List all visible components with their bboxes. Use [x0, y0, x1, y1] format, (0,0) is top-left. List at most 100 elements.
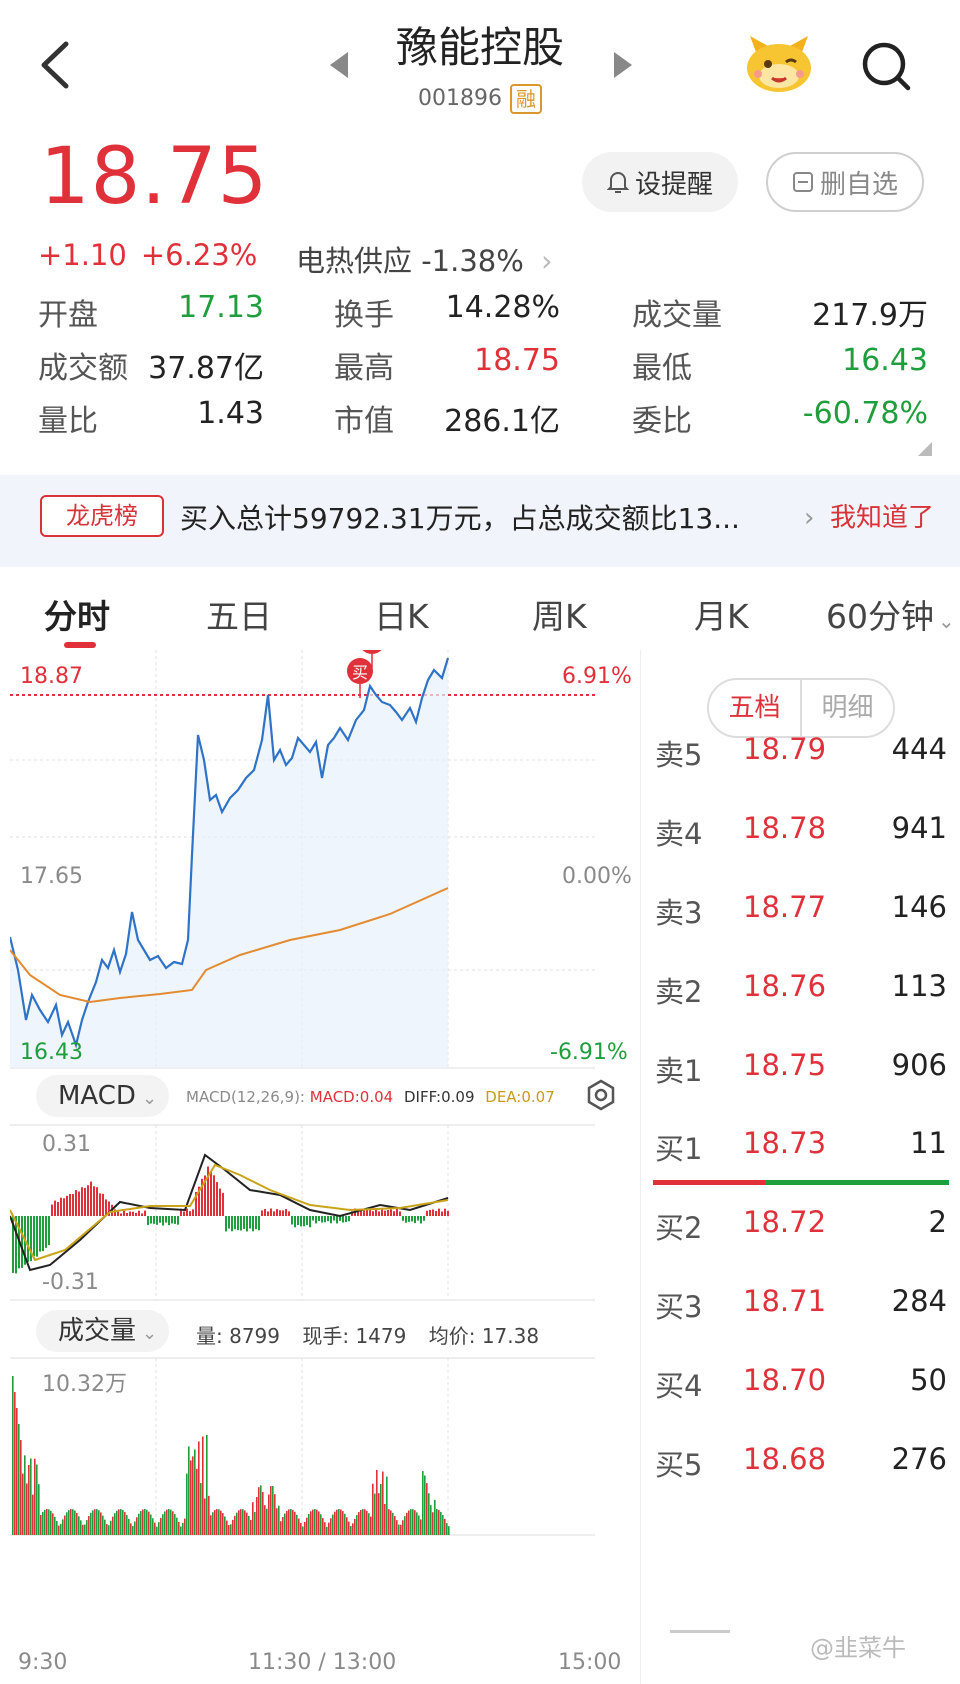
next-stock-icon[interactable] — [612, 50, 634, 80]
volume-bar — [316, 1509, 318, 1535]
volume-bar — [48, 1509, 50, 1535]
price-change-pct: +6.23% — [140, 238, 258, 272]
volume-bar — [330, 1518, 332, 1535]
volume-bar — [120, 1509, 122, 1535]
volume-bar — [298, 1518, 300, 1535]
volume-bar — [168, 1509, 170, 1535]
volume-bar — [356, 1515, 358, 1535]
volume-bar — [140, 1511, 142, 1535]
sector-text: 电热供应 -1.38% — [296, 244, 524, 278]
ask-level-row[interactable]: 卖3 18.77 146 — [641, 890, 960, 930]
dragon-tiger-tag: 龙虎榜 — [40, 495, 164, 537]
macd-bar — [381, 1208, 383, 1216]
bid-level-row[interactable]: 买3 18.71 284 — [641, 1284, 960, 1324]
stat-label: 成交额 — [38, 351, 128, 386]
volume-bar — [358, 1512, 360, 1535]
banner-text: 买入总计59792.31万元，占总成交额比13... — [180, 502, 740, 535]
chevron-down-icon: ⌄ — [141, 1088, 158, 1109]
dragon-tiger-banner[interactable]: 龙虎榜 买入总计59792.31万元，占总成交额比13... › 我知道了 — [0, 475, 960, 567]
bid-level-row[interactable]: 买5 18.68 276 — [641, 1442, 960, 1482]
tab-five-day[interactable]: 五日 — [206, 590, 272, 638]
mascot-icon[interactable] — [744, 32, 814, 94]
tab-weekly-k[interactable]: 周K — [532, 590, 587, 638]
volume-bar — [70, 1509, 72, 1535]
macd-bar — [366, 1210, 368, 1216]
tab-five-levels[interactable]: 五档 — [709, 680, 802, 736]
macd-bar — [237, 1216, 239, 1231]
change-row: +1.10 +6.23% — [38, 238, 271, 272]
remove-watchlist-button[interactable]: 删自选 — [766, 152, 924, 212]
volume-bar — [284, 1513, 286, 1535]
bid-level-row[interactable]: 买4 18.70 50 — [641, 1363, 960, 1403]
remove-watchlist-label: 删自选 — [819, 169, 898, 200]
macd-bar — [438, 1208, 440, 1216]
level-volume: 2 — [928, 1205, 947, 1239]
volume-selector[interactable]: 成交量 ⌄ — [36, 1310, 170, 1352]
banner-dismiss-button[interactable]: 我知道了 — [830, 497, 934, 534]
macd-bar — [342, 1216, 344, 1223]
volume-bar — [236, 1512, 238, 1535]
volume-bar — [202, 1436, 204, 1535]
macd-bar — [441, 1211, 443, 1216]
settings-icon[interactable] — [584, 1078, 618, 1112]
stats-row: 开盘 17.13 换手 14.28% 成交量 217.9万 — [38, 290, 928, 343]
macd-bar — [411, 1216, 413, 1222]
ask-level-row[interactable]: 卖4 18.78 941 — [641, 811, 960, 851]
ask-level-row[interactable]: 卖2 18.76 113 — [641, 969, 960, 1009]
volume-bar — [56, 1521, 58, 1535]
set-alert-button[interactable]: 设提醒 — [582, 152, 738, 212]
chevron-right-icon: › — [804, 503, 815, 533]
dea-value: DEA:0.07 — [485, 1088, 555, 1106]
bid-level-row[interactable]: 买2 18.72 2 — [641, 1205, 960, 1245]
volume-bar — [344, 1513, 346, 1535]
volume-bar — [288, 1509, 290, 1535]
volume-bar — [84, 1524, 86, 1535]
intraday-chart[interactable]: 买买 18.87 17.65 16.43 6.91% 0.00% -6.91% … — [10, 650, 640, 1684]
volume-bar — [310, 1511, 312, 1535]
macd-selector[interactable]: MACD ⌄ — [36, 1075, 170, 1117]
volume-avg-price: 均价: 17.38 — [428, 1324, 540, 1348]
tab-trade-detail[interactable]: 明细 — [802, 680, 893, 736]
tab-daily-k[interactable]: 日K — [374, 590, 429, 638]
macd-bar — [243, 1216, 245, 1229]
level-label: 买3 — [655, 1290, 703, 1324]
volume-bar — [188, 1446, 190, 1535]
macd-bar — [147, 1216, 149, 1226]
macd-bar — [312, 1216, 314, 1221]
stat-value: 16.43 — [842, 343, 928, 378]
volume-bar — [92, 1510, 94, 1535]
search-icon[interactable] — [860, 40, 912, 92]
macd-bar — [99, 1193, 101, 1216]
volume-amount: 量: 8799 — [196, 1324, 280, 1348]
volume-bar — [430, 1505, 432, 1535]
stat-label: 市值 — [334, 404, 394, 439]
sector-link[interactable]: 电热供应 -1.38% › — [296, 238, 553, 280]
bid-level-row[interactable]: 买1 18.73 11 — [641, 1126, 960, 1166]
stat-label: 换手 — [334, 298, 394, 333]
volume-bar — [252, 1502, 254, 1535]
volume-bar — [104, 1519, 106, 1535]
volume-bar — [204, 1498, 206, 1535]
volume-bar — [410, 1509, 412, 1535]
orderbook-segment: 五档 明细 — [707, 678, 895, 738]
stats-grid: 开盘 17.13 换手 14.28% 成交量 217.9万 成交额 37.87亿 最高 18.75… — [38, 290, 928, 449]
volume-bar — [402, 1520, 404, 1535]
macd-bar — [48, 1216, 50, 1246]
volume-bar — [434, 1499, 436, 1535]
expand-corner-icon[interactable] — [918, 442, 932, 456]
stat-label: 最低 — [632, 351, 692, 386]
macd-bar — [150, 1216, 152, 1224]
pct-low-label: -6.91% — [550, 1040, 628, 1065]
tab-60min[interactable]: 60分钟 ⌄ — [826, 590, 955, 638]
tab-intraday[interactable]: 分时 — [44, 590, 110, 638]
macd-bar — [345, 1216, 347, 1223]
ask-level-row[interactable]: 卖5 18.79 444 — [641, 732, 960, 772]
volume-bar — [50, 1510, 52, 1535]
macd-bar — [405, 1216, 407, 1223]
ask-level-row[interactable]: 卖1 18.75 906 — [641, 1048, 960, 1088]
volume-bar — [266, 1508, 268, 1535]
volume-bar — [428, 1493, 430, 1535]
macd-bar — [216, 1182, 218, 1216]
tab-monthly-k[interactable]: 月K — [694, 590, 749, 638]
volume-bar — [78, 1516, 80, 1535]
